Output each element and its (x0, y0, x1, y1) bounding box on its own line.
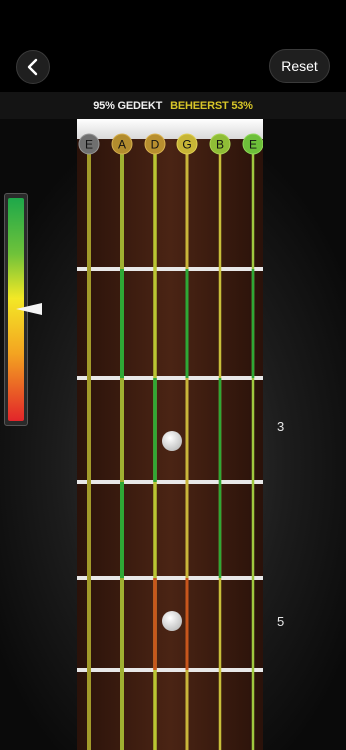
string-note-d-label: D (151, 138, 160, 152)
fret-wire-2 (77, 376, 263, 380)
string-note-e-high-label: E (249, 138, 257, 152)
top-bar: Reset (0, 0, 346, 92)
fret-wire-4 (77, 576, 263, 580)
fret-marker-3 (162, 431, 182, 451)
fret-number-5: 5 (277, 614, 285, 629)
string-note-e-low-label: E (85, 138, 93, 152)
string-note-g-label: G (182, 138, 191, 152)
meter-pointer-icon (16, 302, 42, 315)
reset-button[interactable]: Reset (269, 49, 330, 83)
fret-number-3: 3 (277, 419, 285, 434)
string-note-e-high[interactable]: E (242, 133, 263, 155)
nut (77, 119, 263, 139)
string-note-e-low[interactable]: E (78, 133, 100, 155)
fret-wire-3 (77, 480, 263, 484)
back-button[interactable] (16, 50, 50, 84)
progress-stats: 95% GEDEKT BEHEERST 53% (0, 92, 346, 119)
fretboard[interactable]: E A D G B E (77, 119, 263, 750)
string-note-a-label: A (118, 138, 126, 152)
fret-wire-1 (77, 267, 263, 271)
string-note-g[interactable]: G (176, 133, 198, 155)
mastered-stat: BEHEERST 53% (170, 99, 253, 112)
covered-stat: 95% GEDEKT (93, 99, 163, 112)
fret-marker-5 (162, 611, 182, 631)
fret-wire-5 (77, 668, 263, 672)
string-note-b-label: B (216, 138, 224, 152)
string-note-a[interactable]: A (111, 133, 133, 155)
chevron-left-icon (27, 58, 38, 76)
string-note-b[interactable]: B (209, 133, 231, 155)
string-note-d[interactable]: D (144, 133, 166, 155)
